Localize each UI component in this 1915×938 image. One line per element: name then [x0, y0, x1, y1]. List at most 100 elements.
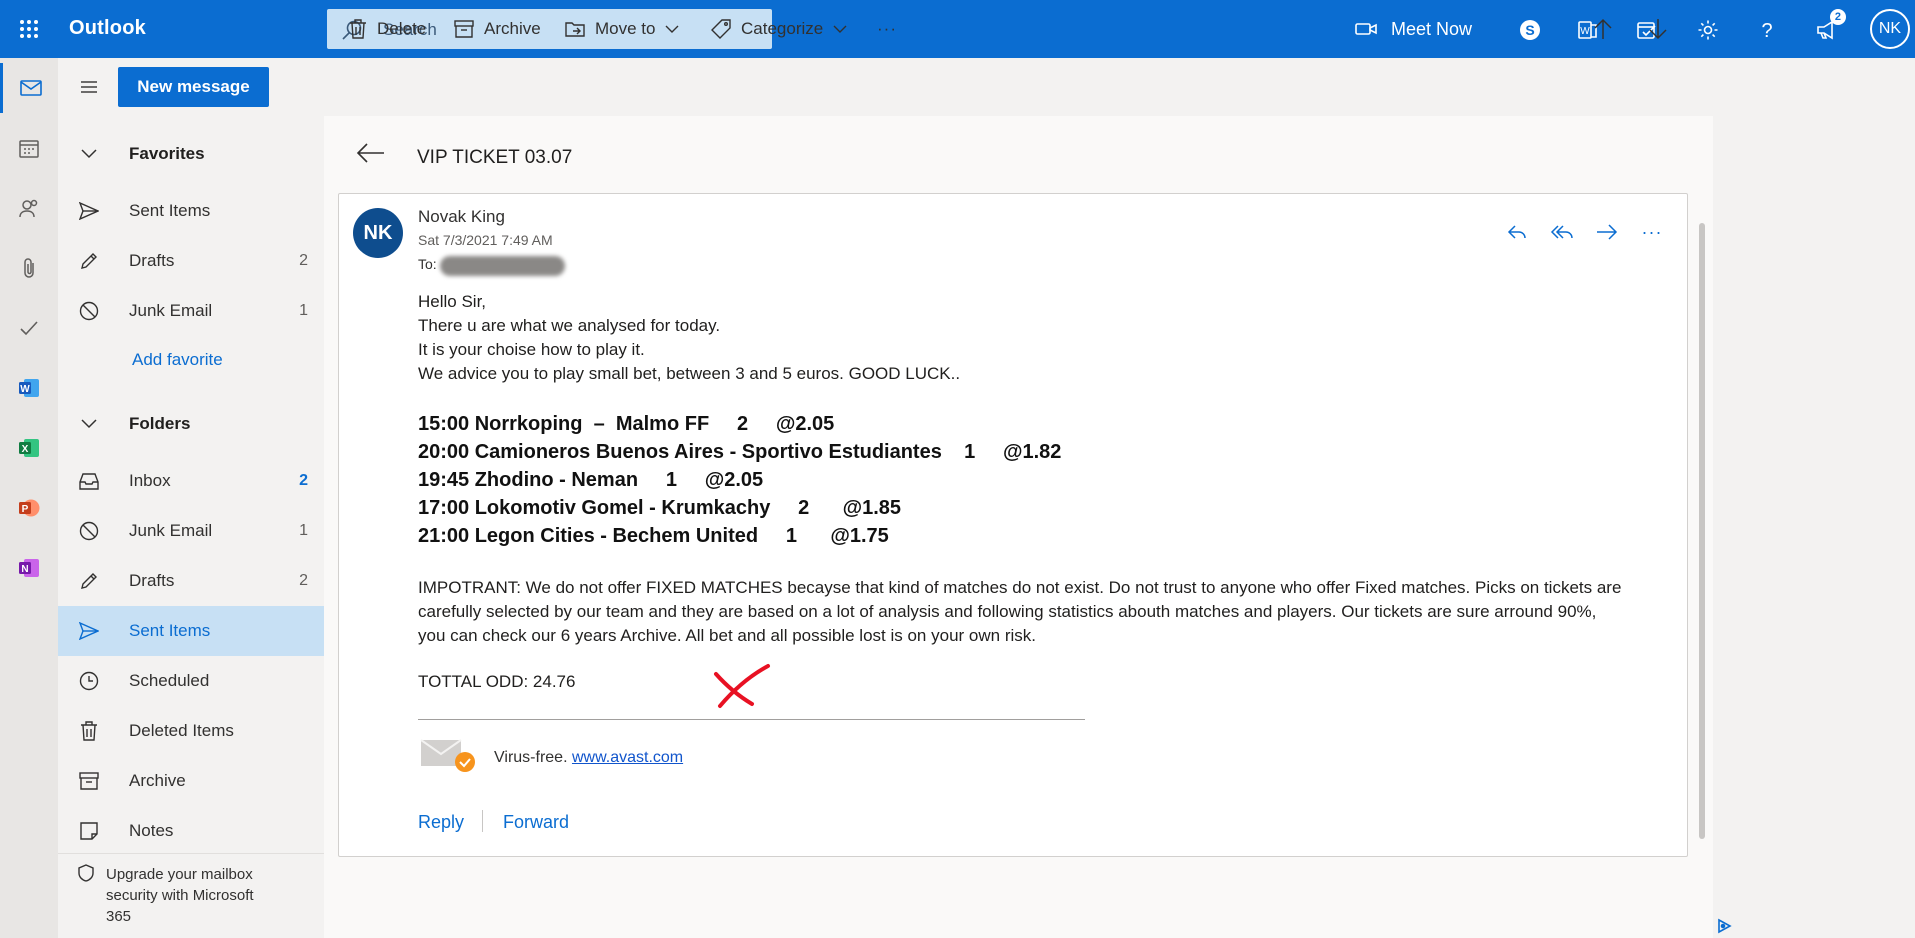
blocked-icon — [58, 521, 120, 541]
meet-now-label: Meet Now — [1391, 18, 1473, 39]
scrollbar[interactable] — [1697, 205, 1707, 845]
forward-icon[interactable] — [1592, 220, 1622, 244]
top-bar — [0, 0, 1915, 58]
sender-avatar[interactable]: NK — [353, 208, 403, 258]
categorize-button[interactable]: Categorize — [711, 0, 857, 58]
folder-scheduled[interactable]: Scheduled — [58, 656, 324, 706]
folder-label: Deleted Items — [129, 721, 234, 740]
pick-line: 21:00 Legon Cities - Bechem United 1 @1.… — [418, 525, 889, 547]
user-avatar[interactable]: NK — [1870, 9, 1910, 49]
favorite-sent-items[interactable]: Sent Items — [58, 186, 324, 236]
folder-label: Sent Items — [129, 201, 211, 220]
signature-divider — [418, 719, 1085, 720]
virus-free-label: Virus-free. — [494, 749, 568, 766]
folder-label: Junk Email — [129, 301, 213, 320]
app-launcher-icon[interactable] — [0, 0, 58, 58]
command-bar — [324, 58, 1713, 116]
svg-text:N: N — [21, 564, 28, 575]
pick-line: 17:00 Lokomotiv Gomel - Krumkachy 2 @1.8… — [418, 497, 901, 519]
previous-message-icon[interactable] — [1593, 0, 1623, 58]
clock-icon — [58, 671, 120, 691]
excel-icon[interactable]: X — [0, 423, 58, 473]
virus-free-text: Virus-free. www.avast.com — [494, 749, 683, 767]
favorite-drafts[interactable]: Drafts 2 — [58, 236, 324, 286]
app-title[interactable]: Outlook — [69, 17, 146, 40]
trash-icon — [350, 19, 366, 39]
folder-deleted-items[interactable]: Deleted Items — [58, 706, 324, 756]
folder-inbox[interactable]: Inbox 2 — [58, 456, 324, 506]
favorite-junk-email[interactable]: Junk Email 1 — [58, 286, 324, 336]
calendar-icon[interactable] — [0, 123, 58, 173]
folder-archive[interactable]: Archive — [58, 756, 324, 806]
message-more-button[interactable]: ··· — [1637, 220, 1667, 244]
favorites-header[interactable]: Favorites — [58, 129, 324, 179]
archive-icon — [454, 20, 474, 38]
folder-count: 2 — [299, 572, 308, 589]
skype-icon[interactable]: S — [1515, 15, 1545, 45]
pick-line: 19:45 Zhodino - Neman 1 @2.05 — [418, 469, 764, 491]
video-camera-icon — [1355, 23, 1377, 35]
folder-count: 1 — [299, 302, 308, 319]
folder-drafts[interactable]: Drafts 2 — [58, 556, 324, 606]
settings-gear-icon[interactable] — [1693, 15, 1723, 45]
message-subject: VIP TICKET 03.07 — [417, 147, 573, 168]
folder-notes[interactable]: Notes — [58, 806, 324, 856]
delete-button[interactable]: Delete — [349, 0, 426, 58]
onenote-icon[interactable]: N — [0, 543, 58, 593]
important-paragraph: IMPOTRANT: We do not offer FIXED MATCHES… — [418, 578, 1622, 645]
send-icon — [58, 622, 120, 640]
powerpoint-icon[interactable]: P — [0, 483, 58, 533]
folder-label: Scheduled — [129, 671, 210, 690]
upgrade-banner[interactable]: Upgrade your mailbox security with Micro… — [58, 853, 324, 938]
people-icon[interactable] — [0, 183, 58, 233]
move-to-button[interactable]: Move to — [565, 0, 689, 58]
back-arrow-icon[interactable] — [356, 142, 386, 164]
folder-move-icon — [565, 22, 585, 37]
reply-icon[interactable] — [1502, 220, 1532, 244]
body-line: It is your choise how to play it. — [418, 340, 645, 359]
folders-header[interactable]: Folders — [58, 399, 324, 449]
archive-button[interactable]: Archive — [454, 0, 541, 58]
new-message-button[interactable]: New message — [118, 67, 269, 107]
greeting: Hello Sir, — [418, 292, 487, 311]
sent-date: Sat 7/3/2021 7:49 AM — [418, 232, 553, 248]
meet-now-button[interactable]: Meet Now — [1355, 0, 1472, 58]
envelope-check-icon — [420, 739, 476, 773]
add-favorite-link[interactable]: Add favorite — [132, 350, 223, 370]
reply-button[interactable]: Reply — [418, 812, 464, 833]
folder-label: Drafts — [129, 571, 175, 590]
reply-all-icon[interactable] — [1547, 220, 1577, 244]
folder-label: Sent Items — [129, 621, 211, 640]
feedback-icon[interactable]: 2 — [1812, 9, 1846, 45]
folder-label: Inbox — [129, 471, 171, 490]
word-icon[interactable]: W — [0, 363, 58, 413]
move-to-label: Move to — [595, 19, 656, 38]
folder-junk-email[interactable]: Junk Email 1 — [58, 506, 324, 556]
help-icon[interactable]: ? — [1752, 15, 1782, 45]
svg-text:S: S — [1525, 22, 1534, 38]
attachment-icon[interactable] — [0, 243, 58, 293]
pencil-icon — [58, 571, 120, 591]
folder-count: 2 — [299, 472, 308, 489]
avast-link[interactable]: www.avast.com — [572, 749, 683, 766]
more-actions-button[interactable]: ··· — [877, 0, 897, 58]
mail-icon[interactable] — [0, 63, 58, 113]
folder-label: Junk Email — [129, 521, 213, 540]
forward-button[interactable]: Forward — [503, 812, 569, 833]
hamburger-menu-icon[interactable] — [72, 72, 106, 102]
shield-icon — [78, 864, 94, 938]
svg-text:W: W — [1580, 26, 1590, 37]
body-line: We advice you to play small bet, between… — [418, 364, 961, 383]
redacted-recipient — [440, 256, 565, 276]
folder-count: 1 — [299, 522, 308, 539]
next-message-icon[interactable] — [1648, 0, 1678, 58]
todo-check-icon[interactable] — [0, 303, 58, 353]
archive-icon — [58, 772, 120, 790]
folder-sent-items[interactable]: Sent Items — [58, 606, 324, 656]
sender-name[interactable]: Novak King — [418, 207, 505, 227]
scrollbar-thumb[interactable] — [1699, 223, 1705, 839]
ad-choices-icon[interactable] — [1716, 918, 1732, 934]
folders-label: Folders — [129, 414, 191, 433]
folder-label: Drafts — [129, 251, 175, 270]
trash-icon — [58, 721, 120, 741]
